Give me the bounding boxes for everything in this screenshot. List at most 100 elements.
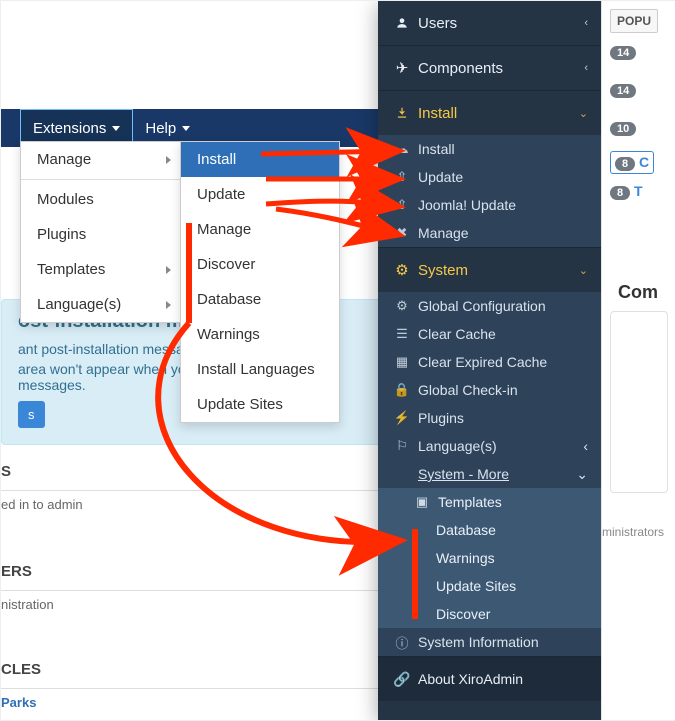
plug-icon: ⚡ — [392, 410, 412, 426]
badge-8c: 8 C — [610, 151, 654, 174]
side-item-system-more-label: System - More — [418, 466, 509, 482]
side-header-users[interactable]: Users ‹ — [378, 1, 602, 45]
template-icon: ▣ — [412, 494, 432, 510]
upload-icon: ⇧ — [392, 169, 412, 185]
chevron-left-icon: ‹ — [584, 17, 588, 29]
side-item-clear-exp-cache-label: Clear Expired Cache — [418, 354, 547, 370]
dd-item-update-label: Update — [197, 186, 245, 203]
badge-8c-suffix: C — [639, 154, 649, 170]
gear-icon: ⚙ — [392, 261, 412, 279]
side-item-install-label: Install — [418, 141, 455, 157]
side-section-components: ✈ Components ‹ — [378, 46, 602, 91]
info-icon: ⓘ — [392, 633, 412, 652]
chevron-down-icon: ⌄ — [579, 107, 588, 120]
dd-item-install[interactable]: Install — [181, 142, 339, 177]
side-header-components[interactable]: ✈ Components ‹ — [378, 46, 602, 90]
new-sidebar: Users ‹ ✈ Components ‹ Install ⌄ ☁ — [378, 1, 602, 720]
side-users-label: Users — [418, 15, 457, 32]
section-s-sub: ed in to admin — [1, 491, 386, 518]
dd-item-database[interactable]: Database — [181, 282, 339, 317]
comments-heading: Com — [610, 276, 666, 309]
side-item-templates-label: Templates — [438, 494, 502, 510]
calendar-icon: ▦ — [392, 354, 412, 370]
side-about[interactable]: 🔗 About XiroAdmin — [378, 657, 602, 701]
side-item-joomla-update[interactable]: ⇧ Joomla! Update — [378, 191, 602, 219]
dd-item-install-langs[interactable]: Install Languages — [181, 352, 339, 387]
side-item-global-checkin[interactable]: 🔒 Global Check-in — [378, 376, 602, 404]
divider — [21, 179, 181, 180]
badge-8c-value: 8 — [615, 157, 635, 171]
section-ers-sub: nistration — [1, 591, 386, 618]
side-item-global-config[interactable]: ⚙Global Configuration — [378, 292, 602, 320]
dd-item-discover[interactable]: Discover — [181, 247, 339, 282]
comments-box — [610, 311, 668, 493]
side-item-manage-label: Manage — [418, 225, 469, 241]
dd-item-update-sites-label: Update Sites — [197, 396, 283, 413]
side-item-system-info[interactable]: ⓘ System Information — [378, 628, 602, 656]
dd-item-install-langs-label: Install Languages — [197, 361, 315, 378]
chevron-right-icon — [166, 301, 171, 309]
dd-item-warnings-label: Warnings — [197, 326, 260, 343]
dd-item-templates[interactable]: Templates — [21, 252, 181, 287]
side-item-clear-cache-label: Clear Cache — [418, 326, 496, 342]
side-item-system-info-label: System Information — [418, 634, 539, 650]
joomla-icon: ⇧ — [392, 197, 412, 213]
dd-item-modules-label: Modules — [37, 191, 94, 208]
side-item-plugins[interactable]: ⚡Plugins — [378, 404, 602, 432]
side-install-submenu: ☁ Install ⇧ Update ⇧ Joomla! Update ✖ Ma… — [378, 135, 602, 247]
side-item-update-label: Update — [418, 169, 463, 185]
side-item-warnings[interactable]: Warnings — [378, 544, 602, 572]
side-system-more-submenu: ▣ Templates Database Warnings Update Site… — [378, 488, 602, 628]
dd-item-manage-label: Manage — [37, 151, 91, 168]
side-item-templates[interactable]: ▣ Templates — [378, 488, 602, 516]
side-item-languages[interactable]: ⚐Language(s)‹ — [378, 432, 602, 460]
side-item-clear-exp-cache[interactable]: ▦ Clear Expired Cache — [378, 348, 602, 376]
dd-item-update[interactable]: Update — [181, 177, 339, 212]
dd-item-warnings[interactable]: Warnings — [181, 317, 339, 352]
badge-8t-value: 8 — [610, 186, 630, 200]
dd-item-plugins[interactable]: Plugins — [21, 217, 181, 252]
dd-item-install-label: Install — [197, 151, 236, 168]
user-icon — [392, 16, 412, 30]
popular-heading: POPU — [610, 9, 658, 33]
side-item-clear-cache[interactable]: ☰Clear Cache — [378, 320, 602, 348]
chevron-left-icon: ‹ — [583, 438, 588, 454]
side-item-update-sites[interactable]: Update Sites — [378, 572, 602, 600]
section-cles-link[interactable]: Parks — [1, 689, 386, 716]
section-s-header: S — [1, 453, 386, 491]
side-section-users: Users ‹ — [378, 1, 602, 46]
dd-item-manage2[interactable]: Manage — [181, 212, 339, 247]
badge-14a-value: 14 — [610, 46, 636, 60]
cloud-download-icon: ☁ — [392, 141, 412, 157]
section-cles-header: CLES — [1, 651, 386, 689]
side-item-database[interactable]: Database — [378, 516, 602, 544]
side-item-discover-label: Discover — [436, 606, 490, 622]
side-item-install[interactable]: ☁ Install — [378, 135, 602, 163]
section-ers-header: ERS — [1, 553, 386, 591]
side-components-label: Components — [418, 60, 503, 77]
badge-10-value: 10 — [610, 122, 636, 136]
dd-item-update-sites[interactable]: Update Sites — [181, 387, 339, 422]
administrators-text: ministrators — [602, 525, 664, 539]
post-install-button[interactable]: s — [18, 401, 45, 428]
side-system-label: System — [418, 262, 468, 279]
badge-14b: 14 — [610, 81, 636, 98]
side-item-system-more[interactable]: System - More⌄ — [378, 460, 602, 488]
side-item-update-sites-label: Update Sites — [436, 578, 516, 594]
sliders-icon: ⚙ — [392, 298, 412, 314]
side-item-warnings-label: Warnings — [436, 550, 495, 566]
side-install-label: Install — [418, 105, 457, 122]
side-header-system[interactable]: ⚙ System ⌄ — [378, 248, 602, 292]
side-item-discover[interactable]: Discover — [378, 600, 602, 628]
dd-item-modules[interactable]: Modules — [21, 182, 181, 217]
side-item-update[interactable]: ⇧ Update — [378, 163, 602, 191]
side-section-install: Install ⌄ ☁ Install ⇧ Update ⇧ Joomla! U… — [378, 91, 602, 248]
lock-icon: 🔒 — [392, 382, 412, 398]
side-header-install[interactable]: Install ⌄ — [378, 91, 602, 135]
link-icon: 🔗 — [392, 671, 412, 688]
menu-extensions-label: Extensions — [33, 120, 106, 137]
dd-item-languages[interactable]: Language(s) — [21, 287, 181, 322]
side-item-manage[interactable]: ✖ Manage — [378, 219, 602, 247]
side-item-global-checkin-label: Global Check-in — [418, 382, 518, 398]
dd-item-manage[interactable]: Manage — [21, 142, 181, 177]
